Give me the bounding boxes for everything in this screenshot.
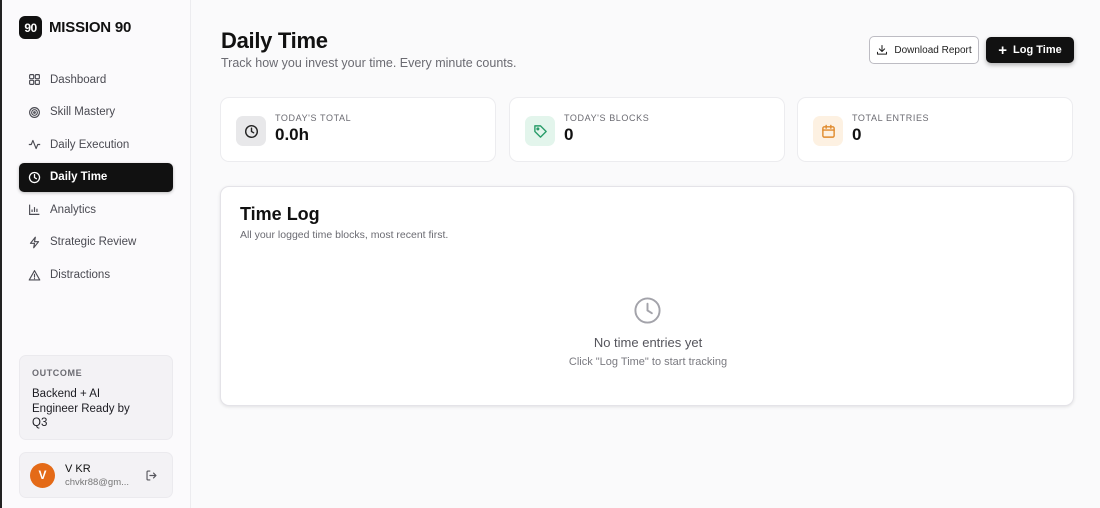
bar-chart-icon: [29, 205, 40, 216]
stat-value: 0.0h: [275, 125, 310, 144]
user-card[interactable]: V V KR chvkr88@gm...: [19, 452, 173, 498]
stat-icon-wrap: [525, 116, 555, 146]
sidebar-item-label: Daily Execution: [50, 138, 130, 151]
time-log-subtitle: All your logged time blocks, most recent…: [240, 229, 449, 241]
sidebar-item-dashboard[interactable]: Dashboard: [19, 65, 173, 94]
download-icon: [877, 44, 888, 55]
empty-state-title: No time entries yet: [593, 335, 703, 350]
stat-label: TOTAL ENTRIES: [852, 113, 930, 123]
logout-icon[interactable]: [145, 469, 158, 482]
sidebar-item-daily-time[interactable]: Daily Time: [19, 162, 173, 192]
stat-icon-wrap: [813, 116, 843, 146]
brand-logo: 90: [19, 16, 42, 39]
grid-icon: [29, 74, 40, 85]
brand-name: MISSION 90: [49, 19, 132, 36]
warning-triangle-icon: [28, 269, 41, 281]
clock-icon: [28, 171, 41, 183]
sidebar-item-analytics[interactable]: Analytics: [19, 195, 173, 224]
time-log-card: Time Log All your logged time blocks, mo…: [220, 186, 1074, 406]
clock-icon: [244, 124, 258, 138]
download-report-button[interactable]: Download Report: [869, 36, 979, 64]
stat-label: TODAY'S TOTAL: [275, 113, 352, 123]
clock-icon: [634, 297, 661, 324]
outcome-card: OUTCOME Backend + AI Engineer Ready by Q…: [19, 355, 173, 440]
stat-card-total-entries: TOTAL ENTRIES 0: [797, 97, 1073, 162]
sidebar-item-skill-mastery[interactable]: Skill Mastery: [19, 98, 173, 127]
sidebar-item-label: Analytics: [50, 203, 97, 216]
stat-value: 0: [564, 125, 574, 144]
avatar: V: [30, 462, 55, 488]
tag-icon: [533, 124, 547, 138]
page-title: Daily Time: [221, 28, 328, 53]
log-time-label: Log Time: [1013, 44, 1062, 56]
lightning-icon: [29, 236, 40, 249]
sidebar-item-label: Daily Time: [50, 171, 108, 184]
stat-icon-wrap: [236, 116, 266, 146]
sidebar-item-label: Distractions: [50, 269, 111, 282]
log-time-button[interactable]: + Log Time: [986, 37, 1074, 63]
stat-card-todays-total: TODAY'S TOTAL 0.0h: [220, 97, 496, 162]
app-window: 90 MISSION 90 Dashboard Skill Mastery Da…: [0, 0, 1100, 508]
outcome-text: Backend + AI Engineer Ready by Q3: [32, 388, 130, 429]
sidebar-item-label: Dashboard: [50, 73, 107, 86]
main-content: Daily Time Track how you invest your tim…: [191, 0, 1100, 508]
sidebar-item-distractions[interactable]: Distractions: [19, 261, 173, 290]
stat-value: 0: [852, 125, 862, 144]
activity-icon: [28, 140, 41, 150]
user-name: V KR: [65, 462, 91, 475]
stat-label: TODAY'S BLOCKS: [564, 113, 650, 123]
stat-card-todays-blocks: TODAY'S BLOCKS 0: [509, 97, 785, 162]
sidebar-nav: Dashboard Skill Mastery Daily Execution …: [19, 65, 173, 293]
target-icon: [29, 106, 40, 118]
time-log-title: Time Log: [240, 204, 320, 224]
sidebar-item-strategic-review[interactable]: Strategic Review: [19, 228, 173, 257]
user-meta: V KR chvkr88@gm...: [65, 463, 145, 488]
sidebar: 90 MISSION 90 Dashboard Skill Mastery Da…: [2, 0, 191, 508]
brand[interactable]: 90 MISSION 90: [19, 16, 131, 39]
user-email: chvkr88@gm...: [65, 476, 130, 488]
sidebar-item-label: Skill Mastery: [50, 106, 116, 119]
download-report-label: Download Report: [894, 44, 972, 56]
calendar-icon: [821, 124, 835, 138]
outcome-label: OUTCOME: [32, 368, 83, 378]
sidebar-item-daily-execution[interactable]: Daily Execution: [19, 130, 173, 159]
empty-state-hint: Click "Log Time" to start tracking: [568, 356, 728, 368]
sidebar-item-label: Strategic Review: [50, 236, 137, 249]
plus-icon: +: [998, 41, 1008, 59]
page-subtitle: Track how you invest your time. Every mi…: [221, 56, 517, 70]
